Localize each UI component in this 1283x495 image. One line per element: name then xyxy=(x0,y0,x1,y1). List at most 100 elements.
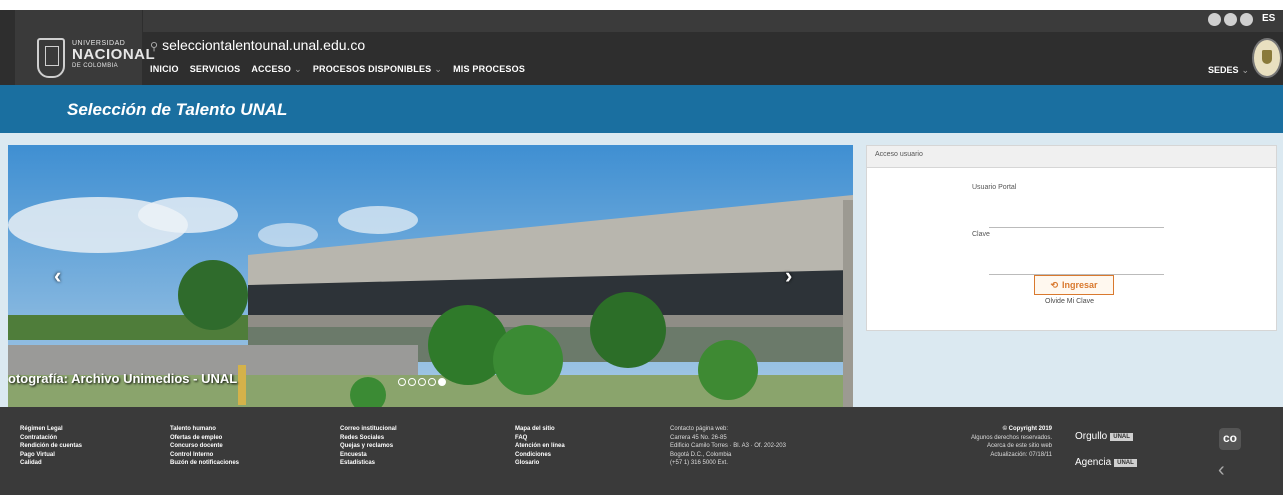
brand-label: Orgullo xyxy=(1075,431,1108,442)
nav-item-acceso[interactable]: ACCESO ⌄ xyxy=(251,64,301,75)
copyright-line: Algunos derechos reservados. xyxy=(970,434,1052,441)
footer-link[interactable]: Atención en línea xyxy=(515,442,565,451)
footer-link[interactable]: Buzón de notificaciones xyxy=(170,459,239,468)
page-title: Selección de Talento UNAL xyxy=(67,100,288,119)
image-carousel[interactable]: ‹ › otografía: Archivo Unimedios - UNAL xyxy=(8,145,853,407)
footer-links-talent: Talento humano Ofertas de empleo Concurs… xyxy=(170,425,239,468)
footer-link[interactable]: Talento humano xyxy=(170,425,239,434)
logo-line-2: NACIONAL xyxy=(72,46,156,63)
chevron-down-icon: ⌄ xyxy=(434,64,443,74)
carousel-next-button[interactable]: › xyxy=(785,263,792,289)
password-label: Clave xyxy=(972,231,990,238)
site-url-text: selecciontalentounal.unal.edu.co xyxy=(162,37,366,53)
footer-link[interactable]: Calidad xyxy=(20,459,82,468)
nav-label: PROCESOS DISPONIBLES xyxy=(312,64,432,74)
chevron-right-icon: › xyxy=(785,263,793,288)
header-upper-band xyxy=(143,10,1283,32)
title-bar: Selección de Talento UNAL xyxy=(0,85,1283,133)
footer-link[interactable]: Control Interno xyxy=(170,451,239,460)
carousel-indicator[interactable] xyxy=(408,378,416,386)
footer-link[interactable]: Estadísticas xyxy=(340,459,397,468)
site-url[interactable]: ⚲ selecciontalentounal.unal.edu.co xyxy=(150,37,365,53)
login-panel: Acceso usuario Usuario Portal Clave ⟲ In… xyxy=(866,145,1277,331)
footer-link[interactable]: Ofertas de empleo xyxy=(170,434,239,443)
login-button-label: Ingresar xyxy=(1062,280,1098,290)
language-selector[interactable]: ES xyxy=(1262,13,1275,24)
footer-link[interactable]: Quejas y reclamos xyxy=(340,442,397,451)
last-update: Actualización: 07/18/11 xyxy=(990,451,1052,458)
chevron-down-icon: ⌄ xyxy=(294,64,302,74)
sedes-menu[interactable]: SEDES ⌄ xyxy=(1208,65,1249,76)
top-stripe xyxy=(0,0,1283,10)
carousel-prev-button[interactable]: ‹ xyxy=(54,263,61,289)
footer-links-legal: Régimen Legal Contratación Rendición de … xyxy=(20,425,82,468)
youtube-icon[interactable] xyxy=(1240,13,1253,26)
chevron-down-icon: ⌄ xyxy=(1241,65,1250,75)
carousel-indicator-active[interactable] xyxy=(438,378,446,386)
campus-building-photo xyxy=(8,145,853,407)
footer-links-institutional: Correo institucional Redes Sociales Quej… xyxy=(340,425,397,468)
carousel-indicator[interactable] xyxy=(398,378,406,386)
login-button[interactable]: ⟲ Ingresar xyxy=(1034,275,1114,295)
logo-text: UNIVERSIDAD NACIONAL DE COLOMBIA xyxy=(72,40,155,69)
contact-line: Bogotá D.C., Colombia xyxy=(670,451,732,458)
gov-co-logo-icon[interactable]: co xyxy=(1219,428,1241,450)
nav-label: MIS PROCESOS xyxy=(453,64,526,74)
footer-link[interactable]: FAQ xyxy=(515,434,565,443)
nav-item-inicio[interactable]: INICIO xyxy=(150,64,179,75)
chevron-left-icon: ‹ xyxy=(54,263,62,288)
nav-item-procesos-disponibles[interactable]: PROCESOS DISPONIBLES ⌄ xyxy=(313,64,442,75)
login-panel-heading: Acceso usuario xyxy=(867,146,1276,168)
footer-link[interactable]: Redes Sociales xyxy=(340,434,397,443)
twitter-icon[interactable] xyxy=(1224,13,1237,26)
about-site-link[interactable]: Acerca de este sitio web xyxy=(960,442,1052,451)
footer-link[interactable]: Condiciones xyxy=(515,451,565,460)
contact-line: (+57 1) 316 5000 Ext. xyxy=(670,460,728,466)
nav-item-mis-procesos[interactable]: MIS PROCESOS xyxy=(453,64,525,75)
footer-copyright: © Copyright 2019 Algunos derechos reserv… xyxy=(960,425,1052,459)
forgot-password-link[interactable]: Olvide Mi Clave xyxy=(1045,298,1094,305)
facebook-icon[interactable] xyxy=(1208,13,1221,26)
nav-item-servicios[interactable]: SERVICIOS xyxy=(190,64,241,75)
unal-tag: UNAL xyxy=(1114,458,1137,467)
main-content: ‹ › otografía: Archivo Unimedios - UNAL … xyxy=(0,133,1283,407)
footer-links-site: Mapa del sitio FAQ Atención en línea Con… xyxy=(515,425,565,468)
photo-caption: otografía: Archivo Unimedios - UNAL xyxy=(8,371,238,386)
footer-link[interactable]: Régimen Legal xyxy=(20,425,82,434)
carousel-indicator[interactable] xyxy=(428,378,436,386)
footer-link[interactable]: Correo institucional xyxy=(340,425,397,434)
footer-link[interactable]: Rendición de cuentas xyxy=(20,442,82,451)
chevron-left-icon[interactable]: ‹ xyxy=(1218,459,1225,482)
carousel-indicator[interactable] xyxy=(418,378,426,386)
contact-line: Edificio Camilo Torres · Bl. A3 · Of. 20… xyxy=(670,443,786,449)
brand-label: Agencia xyxy=(1075,457,1112,468)
contact-line: Carrera 45 No. 26-85 xyxy=(670,434,727,441)
nav-label: SERVICIOS xyxy=(189,64,241,74)
login-icon: ⟲ xyxy=(1050,279,1058,290)
footer-contact: Contacto página web: Carrera 45 No. 26-8… xyxy=(670,425,786,468)
nav-label: ACCESO xyxy=(251,64,292,74)
footer: Régimen Legal Contratación Rendición de … xyxy=(0,407,1283,495)
main-nav: INICIO SERVICIOS ACCESO ⌄ PROCESOS DISPON… xyxy=(150,64,525,75)
footer-link[interactable]: Concurso docente xyxy=(170,442,239,451)
footer-link[interactable]: Contratación xyxy=(20,434,82,443)
agencia-unal-link[interactable]: Agencia UNAL xyxy=(1075,457,1137,468)
footer-link[interactable]: Encuesta xyxy=(340,451,397,460)
unal-tag: UNAL xyxy=(1110,432,1133,441)
footer-link[interactable]: Mapa del sitio xyxy=(515,425,565,434)
password-input[interactable] xyxy=(989,261,1164,275)
colombia-coat-of-arms-icon[interactable] xyxy=(1252,38,1282,78)
nav-label: INICIO xyxy=(150,64,179,74)
footer-link[interactable]: Glosario xyxy=(515,459,565,468)
social-links xyxy=(1208,13,1253,26)
sedes-label: SEDES xyxy=(1208,65,1239,75)
footer-link[interactable]: Pago Virtual xyxy=(20,451,82,460)
location-pin-icon: ⚲ xyxy=(150,41,159,53)
username-input[interactable] xyxy=(989,214,1164,228)
orgullo-unal-link[interactable]: Orgullo UNAL xyxy=(1075,431,1133,442)
university-shield-icon xyxy=(37,38,65,78)
username-label: Usuario Portal xyxy=(972,184,1017,191)
copyright-text: © Copyright 2019 xyxy=(1002,426,1052,432)
logo-line-3: DE COLOMBIA xyxy=(72,63,119,69)
carousel-indicators xyxy=(398,378,446,386)
